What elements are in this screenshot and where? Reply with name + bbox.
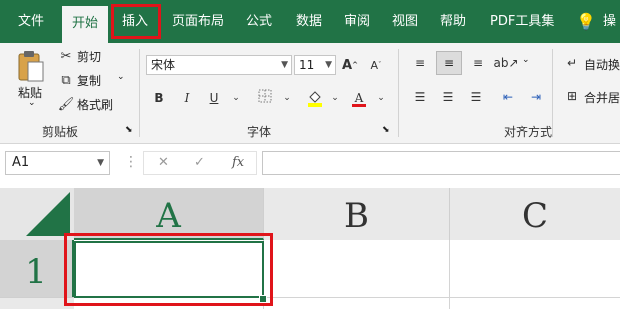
increase-font-icon[interactable]: A ^ [342, 57, 358, 73]
cell-a1-highlight [64, 233, 273, 306]
font-color-letter: A [354, 91, 364, 105]
align-top-icon[interactable]: ≡ [412, 55, 428, 71]
copy-button[interactable]: 复制 [77, 72, 101, 89]
merge-center-button[interactable]: 合并居 [584, 89, 620, 106]
italic-button[interactable]: I [178, 89, 196, 107]
alignment-group-label: 对齐方式 [504, 125, 553, 139]
underline-dropdown-icon[interactable]: ⌄ [227, 89, 245, 107]
tab-formulas[interactable]: 公式 [246, 9, 272, 35]
tab-file[interactable]: 文件 [18, 9, 44, 35]
chevron-down-icon: ▼ [281, 60, 288, 70]
cut-icon[interactable]: ✂ [58, 48, 74, 64]
tab-data[interactable]: 数据 [296, 9, 322, 35]
insert-function-icon[interactable]: fx [232, 155, 244, 170]
gridline [449, 240, 450, 309]
tab-home[interactable]: 开始 [62, 6, 108, 43]
underline-button[interactable]: U [205, 89, 223, 107]
align-center-icon[interactable]: ☰ [440, 89, 456, 105]
group-divider [398, 49, 399, 137]
fill-dropdown-icon[interactable]: ⌄ [326, 89, 344, 107]
bold-button[interactable]: B [150, 89, 168, 107]
copy-dropdown-icon[interactable]: ⌄ [117, 72, 125, 82]
font-group-label: 字体 [247, 125, 272, 139]
insert-tab-highlight [111, 4, 161, 39]
tell-me-search[interactable]: 操 [603, 9, 616, 35]
font-family-select[interactable]: 宋体 ▼ [146, 55, 292, 75]
row-header-1[interactable]: 1 [0, 240, 74, 297]
wrap-text-button[interactable]: 自动换 [584, 56, 620, 73]
tab-review[interactable]: 审阅 [344, 9, 370, 35]
merge-center-icon[interactable]: ⊞ [564, 88, 580, 104]
tab-pdf-tools[interactable]: PDF工具集 [490, 9, 554, 35]
column-header-b[interactable]: B [264, 188, 450, 240]
border-dropdown-icon[interactable]: ⌄ [278, 89, 296, 107]
font-size-select[interactable]: 11 ▼ [294, 55, 336, 75]
chevron-down-icon[interactable]: ▼ [97, 152, 104, 174]
align-bottom-icon[interactable]: ≡ [470, 55, 486, 71]
font-color-dropdown-icon[interactable]: ⌄ [372, 89, 390, 107]
align-left-icon[interactable]: ☰ [412, 89, 428, 105]
increase-indent-icon[interactable]: ⇥ [528, 89, 544, 105]
name-box-value: A1 [12, 155, 30, 170]
format-painter-icon[interactable]: 🖌 [58, 96, 75, 112]
font-color-button[interactable]: A [350, 89, 368, 107]
fill-color-icon[interactable] [306, 89, 324, 107]
cancel-icon[interactable]: ✕ [158, 155, 169, 170]
row-header-2[interactable] [0, 297, 74, 309]
tab-page-layout[interactable]: 页面布局 [172, 9, 224, 35]
align-middle-icon[interactable]: ≡ [436, 51, 462, 75]
copy-icon[interactable]: ⧉ [58, 72, 74, 88]
tab-view[interactable]: 视图 [392, 9, 418, 35]
ribbon-tab-bar: 文件 开始 插入 页面布局 公式 数据 审阅 视图 帮助 PDF工具集 💡 操 [0, 0, 620, 43]
orientation-dropdown-icon[interactable]: ⌄ [522, 55, 530, 65]
lightbulb-icon[interactable]: 💡 [576, 9, 596, 35]
column-header-c[interactable]: C [450, 188, 620, 240]
group-divider [552, 49, 553, 137]
ribbon-home: 粘贴 ⌄ ✂ 剪切 ⧉ 复制 ⌄ 🖌 格式刷 剪贴板 ⬊ 宋体 ▼ 11 ▼ A… [0, 43, 620, 144]
border-icon[interactable] [256, 89, 274, 107]
font-size-value: 11 [299, 58, 315, 72]
orientation-icon[interactable]: ab↗ [493, 55, 518, 71]
select-all-corner[interactable] [0, 188, 74, 240]
font-launcher-icon[interactable]: ⬊ [382, 125, 390, 135]
chevron-down-icon: ▼ [325, 60, 332, 70]
wrap-text-icon[interactable]: ↵ [564, 55, 580, 71]
formula-bar-grip-icon[interactable]: ⋮ [124, 155, 138, 169]
name-box[interactable]: A1 ▼ [5, 151, 110, 175]
align-right-icon[interactable]: ☰ [468, 89, 484, 105]
decrease-indent-icon[interactable]: ⇤ [500, 89, 516, 105]
formula-buttons: ✕ ✓ fx [143, 151, 257, 175]
paste-icon[interactable] [16, 49, 46, 83]
tab-help[interactable]: 帮助 [440, 9, 466, 35]
formula-input[interactable] [262, 151, 620, 175]
paste-dropdown-icon[interactable]: ⌄ [28, 98, 36, 108]
format-painter-button[interactable]: 格式刷 [77, 96, 113, 113]
enter-icon[interactable]: ✓ [194, 155, 205, 170]
font-color-bar [352, 104, 366, 107]
font-family-value: 宋体 [151, 58, 176, 72]
clipboard-group-label: 剪贴板 [42, 125, 79, 139]
clipboard-launcher-icon[interactable]: ⬊ [125, 125, 133, 135]
group-divider [139, 49, 140, 137]
cut-button[interactable]: 剪切 [77, 48, 101, 65]
decrease-font-icon[interactable]: Aˇ [368, 57, 384, 73]
